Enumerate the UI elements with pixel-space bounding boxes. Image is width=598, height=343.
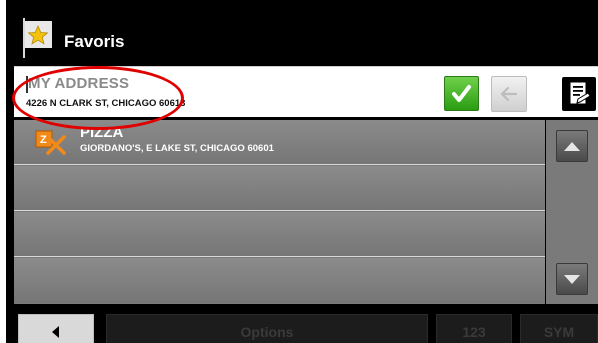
options-button[interactable]: Options: [106, 314, 428, 343]
list-item-title: PIZZA: [80, 124, 124, 141]
triangle-up-icon: [564, 142, 580, 151]
list-item[interactable]: [14, 258, 545, 303]
list-item[interactable]: Z PIZZA GIORDANO'S, E LAKE ST, CHICAGO 6…: [14, 120, 545, 165]
backspace-button[interactable]: [491, 76, 527, 112]
symbols-button[interactable]: SYM: [520, 314, 598, 343]
confirm-button[interactable]: [444, 76, 479, 111]
page-title: Favoris: [64, 32, 125, 51]
scroll-down-button[interactable]: [556, 263, 588, 295]
favorites-flag-icon: [23, 18, 52, 58]
list-item[interactable]: [14, 212, 545, 257]
document-edit-icon: [570, 82, 591, 104]
symbols-label: SYM: [543, 324, 575, 340]
bottom-toolbar: Options 123 SYM: [6, 307, 598, 343]
options-label: Options: [240, 324, 294, 340]
list-item[interactable]: [14, 166, 545, 211]
scroll-column: [546, 120, 598, 304]
numbers-label: 123: [462, 324, 486, 340]
back-button[interactable]: [18, 314, 94, 343]
input-value: 4226 N CLARK ST, CHICAGO 60613: [26, 98, 186, 109]
edit-button[interactable]: [562, 77, 596, 111]
back-arrow-icon: [500, 86, 518, 102]
triangle-down-icon: [564, 275, 580, 284]
input-placeholder: MY ADDRESS: [28, 75, 130, 92]
favorites-list: Z PIZZA GIORDANO'S, E LAKE ST, CHICAGO 6…: [14, 120, 545, 304]
numbers-button[interactable]: 123: [436, 314, 512, 343]
check-icon: [452, 85, 471, 102]
scroll-up-button[interactable]: [556, 130, 588, 162]
title-bar: Favoris: [6, 0, 598, 66]
address-input[interactable]: MY ADDRESS 4226 N CLARK ST, CHICAGO 6061…: [14, 67, 434, 117]
pizza-poi-icon: Z: [35, 130, 66, 155]
svg-text:Z: Z: [40, 134, 47, 146]
device-screen: Favoris MY ADDRESS 4226 N CLARK ST, CHIC…: [6, 0, 598, 343]
left-arrow-icon: [52, 326, 59, 338]
list-item-subtitle: GIORDANO'S, E LAKE ST, CHICAGO 60601: [80, 143, 274, 154]
address-input-row: MY ADDRESS 4226 N CLARK ST, CHICAGO 6061…: [14, 66, 598, 117]
